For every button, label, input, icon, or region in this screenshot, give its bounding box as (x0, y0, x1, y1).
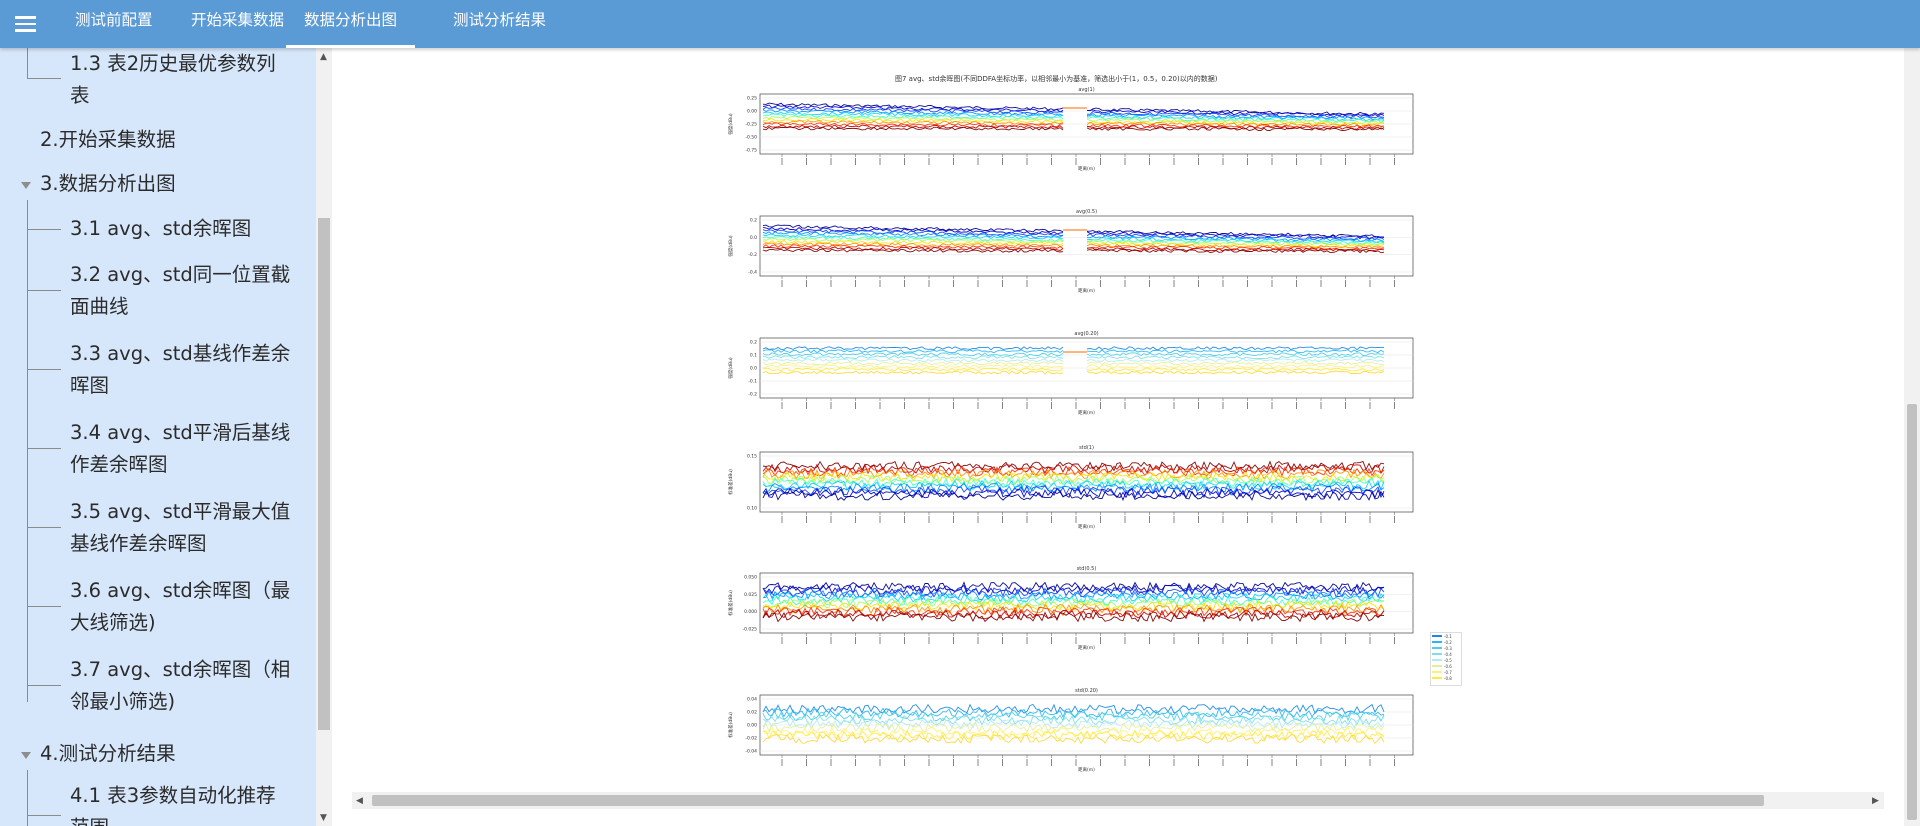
legend-label: -0.5 (1444, 657, 1452, 663)
tab-data-analysis-charts[interactable]: 数据分析出图 (286, 0, 416, 48)
toc-label-line: 3.3 avg、std基线作差余 (70, 342, 291, 365)
scroll-down-arrow-icon[interactable]: ▼ (320, 813, 327, 823)
sidebar-scrollbar-thumb[interactable] (318, 218, 330, 730)
toc-item-2[interactable]: 2.开始采集数据 (40, 124, 176, 156)
collapse-caret-icon[interactable] (21, 182, 31, 189)
toc-label-line: 3.5 avg、std平滑最大值 (70, 500, 291, 523)
tree-connector (27, 229, 61, 230)
tree-connector (27, 369, 61, 370)
hamburger-menu-icon[interactable] (12, 10, 40, 38)
page-scrollbar-thumb[interactable] (1907, 404, 1917, 820)
legend-swatch (1432, 659, 1442, 661)
toc-label-line: 作差余晖图 (70, 453, 168, 476)
legend-swatch (1432, 641, 1442, 643)
toc-label-line: 晖图 (70, 374, 110, 397)
toc-label-line: 4.1 表3参数自动化推荐 (70, 784, 276, 807)
tree-connector (27, 606, 61, 607)
legend-label: -0.7 (1444, 669, 1452, 675)
tab-pre-test-config[interactable]: 测试前配置 (75, 0, 153, 48)
horizontal-scrollbar-thumb[interactable] (372, 795, 1764, 806)
main-content-area (332, 48, 1904, 826)
legend-label: -0.3 (1444, 645, 1452, 651)
figure-title: 图7 avg、std余晖图(不同DDFA坐标功率，以相邻最小为基准，筛选出小于(… (895, 75, 1218, 83)
toc-label-line: 表 (70, 84, 90, 107)
collapse-caret-icon[interactable] (21, 752, 31, 759)
table-of-contents-sidebar: 1.3 表2历史最优参数列 表 2.开始采集数据 3.数据分析出图 3.1 av… (0, 48, 316, 826)
tree-connector (27, 815, 61, 816)
toc-label-line: 3.2 avg、std同一位置截 (70, 263, 291, 286)
legend-swatch (1432, 653, 1442, 655)
legend-swatch (1432, 647, 1442, 649)
toc-label-line: 3.6 avg、std余晖图（最 (70, 579, 291, 602)
scroll-up-arrow-icon[interactable]: ▲ (320, 52, 327, 62)
toc-label-line: 面曲线 (70, 295, 129, 318)
toc-label-line: 基线作差余晖图 (70, 532, 207, 555)
toc-item-3-7[interactable]: 3.7 avg、std余晖图（相 邻最小筛选) (70, 654, 290, 718)
toc-item-3-6[interactable]: 3.6 avg、std余晖图（最 大线筛选) (70, 575, 290, 639)
tab-start-data-collection[interactable]: 开始采集数据 (191, 0, 284, 48)
legend-label: -0.8 (1444, 675, 1452, 681)
tree-connector (27, 527, 61, 528)
tab-test-analysis-results[interactable]: 测试分析结果 (453, 0, 546, 48)
toc-label-line: 邻最小筛选) (70, 690, 176, 713)
toc-item-1-3[interactable]: 1.3 表2历史最优参数列 表 (70, 48, 276, 112)
tree-connector (27, 770, 28, 826)
legend-swatch (1432, 677, 1442, 679)
toc-label-line: 1.3 表2历史最优参数列 (70, 52, 276, 75)
legend-label: -0.4 (1444, 651, 1452, 657)
tree-connector (27, 448, 61, 449)
tree-connector (27, 48, 28, 78)
scroll-left-arrow-icon[interactable]: ◀ (356, 796, 363, 806)
toc-label-line: 大线筛选) (70, 611, 156, 634)
top-navigation-bar: 测试前配置 开始采集数据 数据分析出图 测试分析结果 (0, 0, 1920, 48)
toc-item-4-1[interactable]: 4.1 表3参数自动化推荐 范围 (70, 780, 276, 826)
toc-item-3[interactable]: 3.数据分析出图 (40, 168, 176, 200)
legend-label: -0.2 (1444, 639, 1452, 645)
toc-item-3-5[interactable]: 3.5 avg、std平滑最大值 基线作差余晖图 (70, 496, 290, 560)
legend-label: -0.1 (1444, 633, 1452, 639)
legend-swatch (1432, 665, 1442, 667)
scroll-right-arrow-icon[interactable]: ▶ (1872, 796, 1879, 806)
toc-item-4[interactable]: 4.测试分析结果 (40, 738, 176, 770)
tree-connector (27, 78, 61, 79)
toc-label-line: 3.4 avg、std平滑后基线 (70, 421, 291, 444)
tree-connector (27, 290, 61, 291)
legend-swatch (1432, 671, 1442, 673)
legend-entry: -0.8 (1431, 675, 1461, 681)
legend-swatch (1432, 635, 1442, 637)
toc-item-3-2[interactable]: 3.2 avg、std同一位置截 面曲线 (70, 259, 290, 323)
toc-item-3-3[interactable]: 3.3 avg、std基线作差余 晖图 (70, 338, 290, 402)
chart-legend: -0.1 -0.2 -0.3 -0.4 -0.5 -0.6 -0.7 -0.8 (1430, 632, 1462, 686)
toc-item-3-1[interactable]: 3.1 avg、std余晖图 (70, 213, 251, 245)
toc-label-line: 范围 (70, 812, 276, 826)
toc-item-3-4[interactable]: 3.4 avg、std平滑后基线 作差余晖图 (70, 417, 290, 481)
tree-connector (27, 685, 61, 686)
tree-connector (27, 200, 28, 702)
toc-label-line: 3.7 avg、std余晖图（相 (70, 658, 291, 681)
legend-label: -0.6 (1444, 663, 1452, 669)
